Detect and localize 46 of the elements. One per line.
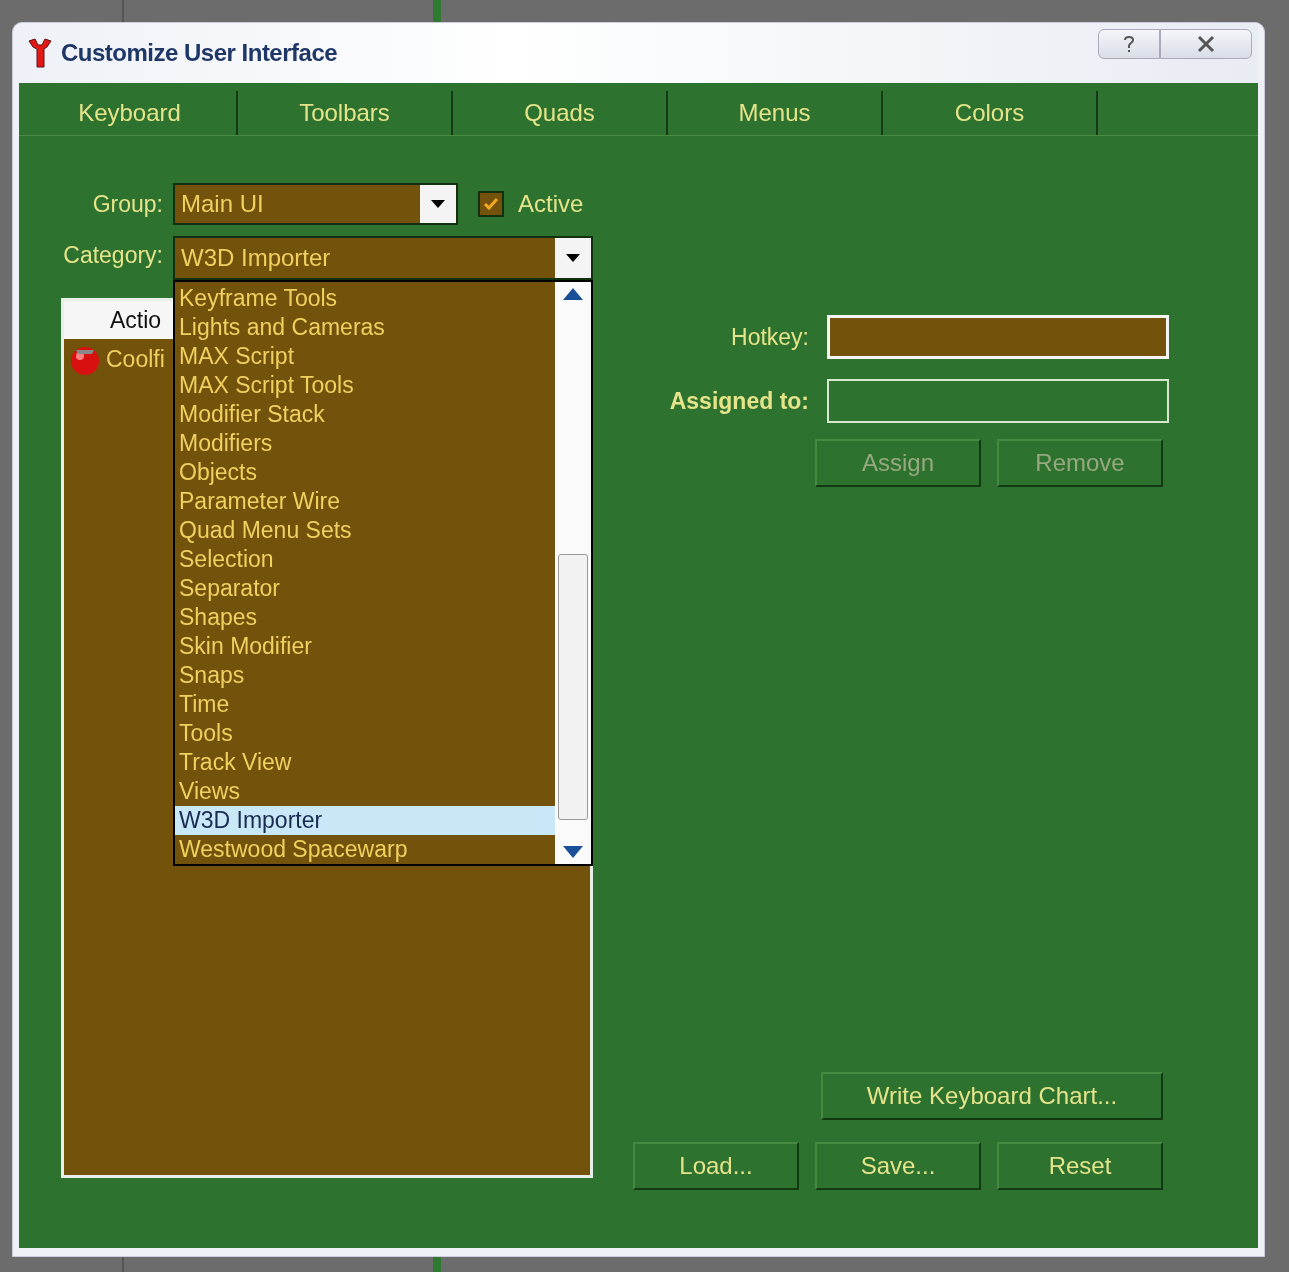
dropdown-option[interactable]: Tools xyxy=(175,719,555,748)
dropdown-option[interactable]: Modifiers xyxy=(175,429,555,458)
dropdown-arrow-icon xyxy=(566,254,580,262)
dropdown-option[interactable]: W3D Importer xyxy=(175,806,555,835)
dropdown-arrow-icon xyxy=(431,200,445,208)
assigned-to-label: Assigned to: xyxy=(668,387,810,415)
help-icon xyxy=(1121,34,1137,54)
dropdown-option[interactable]: Views xyxy=(175,777,555,806)
hotkey-label: Hotkey: xyxy=(730,323,810,351)
close-button[interactable] xyxy=(1160,29,1252,59)
active-label: Active xyxy=(518,190,584,218)
app-icon xyxy=(27,37,53,69)
help-button[interactable] xyxy=(1098,29,1160,59)
dropdown-option[interactable]: MAX Script Tools xyxy=(175,371,555,400)
dropdown-option[interactable]: Quad Menu Sets xyxy=(175,516,555,545)
dropdown-option[interactable]: Parameter Wire xyxy=(175,487,555,516)
dropdown-option[interactable]: Shapes xyxy=(175,603,555,632)
dropdown-option[interactable]: Snaps xyxy=(175,661,555,690)
assigned-to-field[interactable] xyxy=(827,379,1169,423)
group-dropdown[interactable]: Main UI xyxy=(173,183,458,225)
dropdown-option[interactable]: Separator xyxy=(175,574,555,603)
checkmark-icon xyxy=(483,197,499,211)
window-title: Customize User Interface xyxy=(61,39,339,67)
button[interactable]: Save... xyxy=(815,1142,981,1190)
dropdown-option[interactable]: Track View xyxy=(175,748,555,777)
dropdown-option[interactable]: Keyframe Tools xyxy=(175,284,555,313)
dropdown-option[interactable]: Time xyxy=(175,690,555,719)
dropdown-option[interactable]: Selection xyxy=(175,545,555,574)
scroll-down-icon[interactable] xyxy=(563,846,583,858)
group-label: Group: xyxy=(91,190,164,218)
dropdown-option[interactable]: Modifier Stack xyxy=(175,400,555,429)
button[interactable]: Load... xyxy=(633,1142,799,1190)
button[interactable]: Reset xyxy=(997,1142,1163,1190)
dropdown-option[interactable]: Objects xyxy=(175,458,555,487)
dropdown-option[interactable]: Westwood Spacewarp xyxy=(175,835,555,864)
category-label: Category: xyxy=(62,241,164,269)
dropdown-option[interactable]: MAX Script xyxy=(175,342,555,371)
button[interactable]: Write Keyboard Chart... xyxy=(821,1072,1163,1120)
scrollbar[interactable] xyxy=(555,282,591,864)
dropdown-option[interactable]: Skin Modifier xyxy=(175,632,555,661)
dropdown-option[interactable]: Lights and Cameras xyxy=(175,313,555,342)
action-item[interactable]: Coolfi xyxy=(106,345,165,373)
hotkey-field[interactable] xyxy=(827,315,1169,359)
active-checkbox[interactable] xyxy=(478,191,504,217)
scrollbar-thumb[interactable] xyxy=(558,554,588,820)
category-dropdown[interactable]: W3D Importer xyxy=(173,236,593,280)
